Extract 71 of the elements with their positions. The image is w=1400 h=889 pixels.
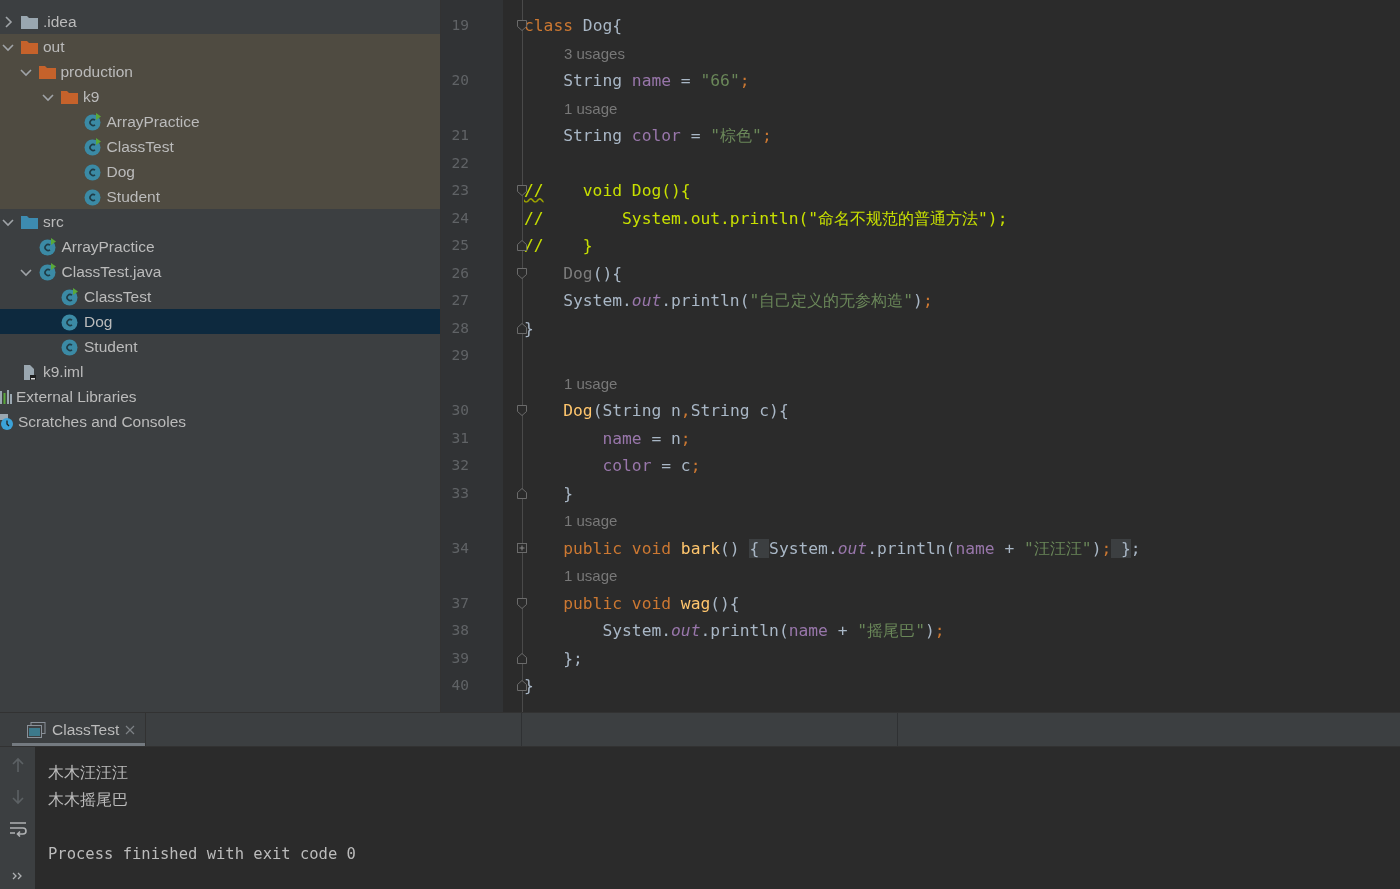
tree-item[interactable]: ClassTest — [0, 134, 440, 159]
code-line: // System.out.println("命名不规范的普通方法"); — [524, 207, 1008, 230]
code-line: } — [562, 482, 573, 505]
code-line: // } — [524, 235, 593, 257]
tree-item[interactable]: Student — [0, 184, 440, 209]
soft-wrap-icon[interactable] — [8, 821, 27, 837]
double-chevron-icon[interactable] — [11, 871, 24, 881]
code-line: } — [524, 317, 534, 340]
usage-hint[interactable]: 1 usage — [524, 507, 618, 535]
code-line: public void bark() { System.out.println(name + "汪汪汪"); }; — [562, 537, 1141, 560]
class-icon — [61, 312, 79, 331]
code-line: name = n; — [601, 427, 691, 450]
tree-item[interactable]: Scratches and Consoles — [0, 409, 440, 434]
folder-icon — [21, 39, 38, 54]
tree-item[interactable]: Dog — [0, 159, 440, 184]
tree-item[interactable]: production — [0, 59, 440, 84]
runnable-class-icon — [61, 287, 79, 306]
file-icon — [21, 362, 38, 381]
close-icon[interactable] — [125, 724, 136, 735]
code-line: System.out.println("自己定义的无参构造"); — [562, 290, 933, 312]
console-icon — [27, 721, 46, 738]
class-icon — [61, 337, 79, 356]
console-output-line: 木木汪汪汪 — [48, 763, 128, 783]
code-line: class Dog{ — [524, 15, 623, 37]
exit-message: Process finished with exit code 0 — [48, 844, 356, 865]
fold-marker-icon[interactable] — [516, 541, 528, 555]
code-line: String name = "66"; — [562, 70, 750, 92]
tree-item[interactable]: External Libraries — [0, 384, 440, 409]
usage-hint[interactable]: 1 usage — [524, 369, 618, 397]
fold-marker-icon[interactable] — [516, 266, 528, 280]
code-line: Dog(){ — [562, 262, 623, 285]
tree-item[interactable]: src — [0, 209, 440, 234]
fold-marker-icon[interactable] — [516, 596, 528, 610]
fold-marker-icon[interactable] — [516, 651, 528, 665]
console-output-line: 木木摇尾巴 — [48, 790, 128, 810]
tree-item[interactable]: k9.iml — [0, 359, 440, 384]
tree-item[interactable]: Student — [0, 334, 440, 359]
tree-item[interactable]: k9 — [0, 84, 440, 109]
folder-icon — [61, 89, 78, 104]
class-icon — [83, 187, 102, 206]
code-line: } — [524, 675, 534, 697]
runnable-class-icon — [38, 237, 57, 256]
tree-item[interactable]: ClassTest — [0, 284, 440, 309]
tree-item[interactable]: Dog — [0, 309, 440, 334]
runnable-class-icon — [38, 262, 57, 281]
runnable-class-icon — [83, 112, 102, 131]
tree-item[interactable]: ClassTest.java — [0, 259, 440, 284]
fold-marker-icon[interactable] — [516, 404, 528, 418]
folder-icon — [21, 14, 38, 29]
usage-hint[interactable]: 1 usage — [524, 562, 618, 590]
tree-item[interactable]: ArrayPractice — [0, 109, 440, 134]
usage-hint[interactable]: 1 usage — [524, 94, 618, 122]
library-icon — [0, 389, 12, 404]
code-line: // void Dog(){ — [524, 180, 691, 202]
folder-icon — [38, 64, 56, 79]
code-line: }; — [562, 647, 583, 670]
class-icon — [83, 162, 102, 181]
tree-item[interactable]: out — [0, 34, 440, 59]
run-tab[interactable]: ClassTest — [12, 713, 147, 746]
usage-hint[interactable]: 3 usages — [524, 39, 625, 67]
code-line: public void wag(){ — [562, 592, 740, 615]
code-line: System.out.println(name + "摇尾巴"); — [601, 620, 945, 642]
runnable-class-icon — [83, 137, 102, 156]
code-line: String color = "棕色"; — [562, 125, 772, 147]
code-line: color = c; — [601, 455, 701, 477]
scratches-icon — [0, 413, 14, 430]
tree-item[interactable]: ArrayPractice — [0, 234, 440, 259]
code-line: Dog(String n,String c){ — [562, 400, 789, 422]
tree-item[interactable]: .idea — [0, 9, 440, 34]
folder-icon — [21, 214, 38, 229]
fold-marker-icon[interactable] — [516, 486, 528, 500]
